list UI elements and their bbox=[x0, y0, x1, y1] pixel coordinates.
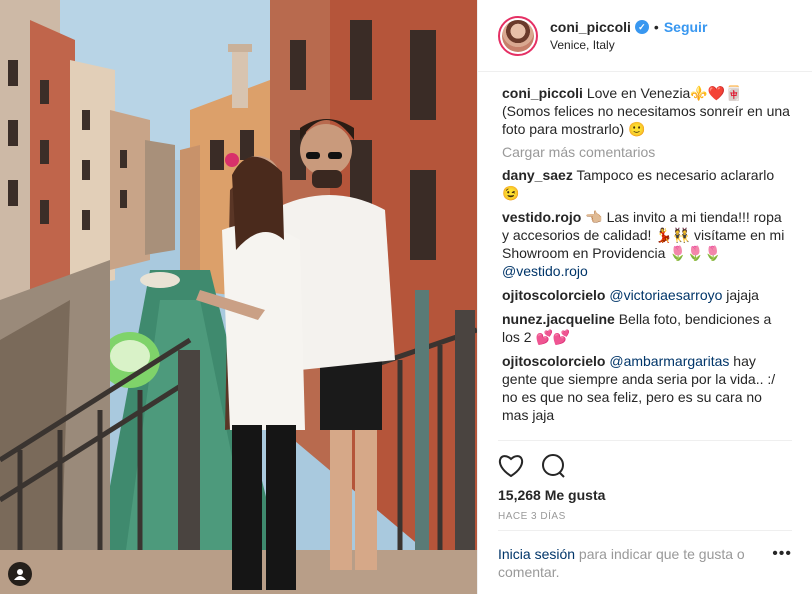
comment-item: vestido.rojo 👈🏼 Las invito a mi tienda!!… bbox=[502, 208, 792, 280]
post-photo[interactable] bbox=[0, 0, 477, 594]
login-prompt: Inicia sesión para indicar que te gusta … bbox=[498, 530, 792, 581]
caption-username[interactable]: coni_piccoli bbox=[502, 85, 583, 101]
comment-item: dany_saez Tampoco es necesario aclararlo… bbox=[502, 166, 792, 202]
post-sidebar: coni_piccoli ✓ • Seguir Venice, Italy co… bbox=[477, 0, 812, 594]
comments-list: coni_piccoli Love en Venezia⚜️❤️🀄 (Somos… bbox=[478, 72, 812, 434]
comment-item: ojitoscolorcielo @victoriaesarroyo jajaj… bbox=[502, 286, 792, 304]
comment-mention-link[interactable]: @ambarmargaritas bbox=[609, 353, 729, 369]
comment-item: nunez.jacqueline Bella foto, bendiciones… bbox=[502, 310, 792, 346]
comment-mention-link[interactable]: @victoriaesarroyo bbox=[609, 287, 722, 303]
venice-photo-illustration bbox=[0, 0, 477, 594]
comment-username[interactable]: vestido.rojo bbox=[502, 209, 581, 225]
separator: • bbox=[653, 19, 659, 35]
comment-item: ojitoscolorcielo @ambarmargaritas hay ge… bbox=[502, 352, 792, 424]
load-more-comments-button[interactable]: Cargar más comentarios bbox=[502, 144, 792, 160]
comment-username[interactable]: dany_saez bbox=[502, 167, 573, 183]
avatar[interactable] bbox=[498, 15, 538, 56]
verified-badge-icon: ✓ bbox=[634, 20, 649, 34]
comment-username[interactable]: ojitoscolorcielo bbox=[502, 353, 605, 369]
comment-mention-link[interactable]: @vestido.rojo bbox=[502, 263, 588, 279]
more-options-icon[interactable]: ••• bbox=[772, 545, 792, 581]
post-header: coni_piccoli ✓ • Seguir Venice, Italy bbox=[478, 0, 812, 72]
login-link[interactable]: Inicia sesión bbox=[498, 546, 575, 562]
heart-icon[interactable] bbox=[498, 454, 524, 481]
comment-text: jajaja bbox=[722, 287, 759, 303]
comment-username[interactable]: nunez.jacqueline bbox=[502, 311, 615, 327]
likes-count[interactable]: 15,268 Me gusta bbox=[498, 487, 792, 503]
tagged-user-icon[interactable] bbox=[8, 562, 32, 586]
location-link[interactable]: Venice, Italy bbox=[550, 38, 707, 52]
follow-button[interactable]: Seguir bbox=[664, 19, 708, 35]
caption: coni_piccoli Love en Venezia⚜️❤️🀄 (Somos… bbox=[502, 84, 792, 138]
post-timestamp[interactable]: HACE 3 DÍAS bbox=[498, 511, 792, 522]
comment-bubble-icon[interactable] bbox=[540, 453, 566, 482]
instagram-post: coni_piccoli ✓ • Seguir Venice, Italy co… bbox=[0, 0, 812, 594]
post-actions: 15,268 Me gusta HACE 3 DÍAS bbox=[498, 440, 792, 522]
comment-username[interactable]: ojitoscolorcielo bbox=[502, 287, 605, 303]
header-username[interactable]: coni_piccoli bbox=[550, 19, 631, 35]
